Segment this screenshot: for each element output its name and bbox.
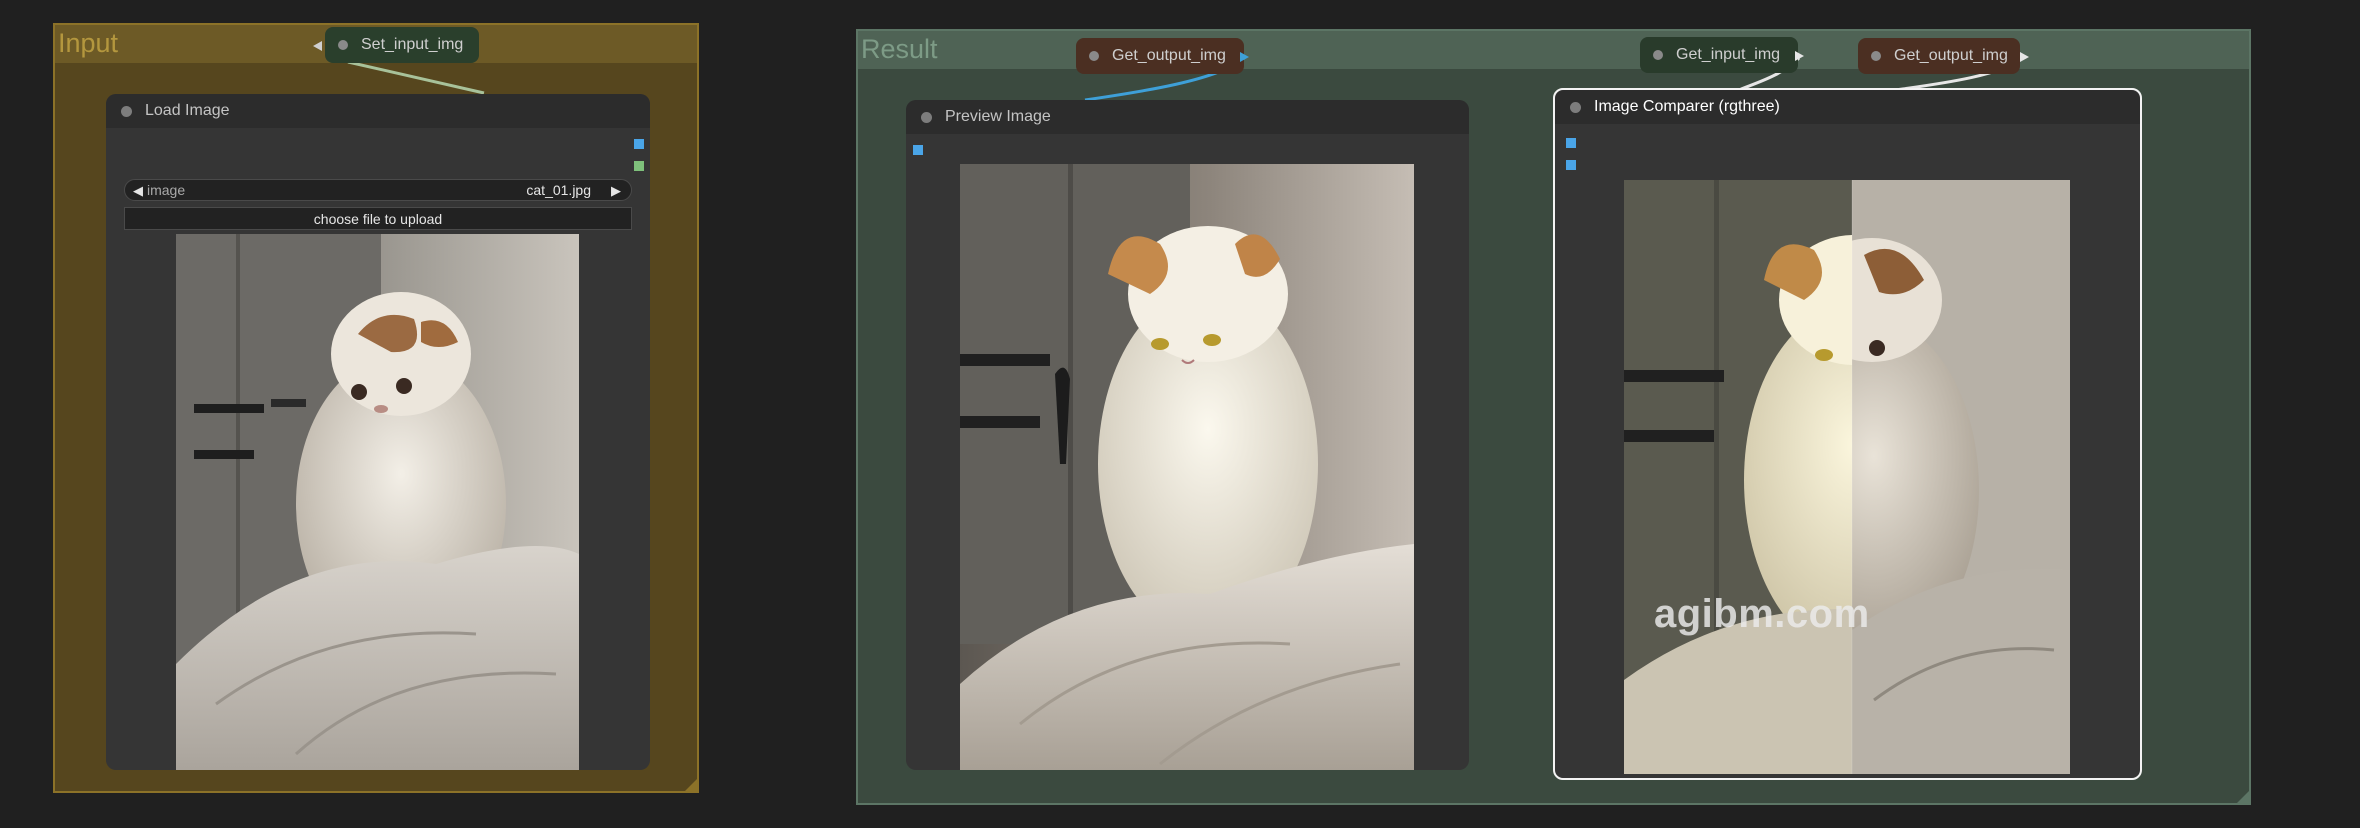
set-input-img-label: Set_input_img: [361, 36, 464, 53]
combo-prev-arrow-icon[interactable]: ◀: [133, 183, 143, 199]
output-anime-cat-image: [960, 164, 1414, 770]
input-cat-photo: [176, 234, 579, 770]
set-input-img-node[interactable]: Set_input_img: [325, 27, 479, 63]
node-status-dot: [1089, 51, 1099, 61]
node-collapse-dot[interactable]: [921, 111, 932, 123]
comparison-canvas: [1624, 180, 2070, 774]
node-status-dot: [1653, 50, 1663, 60]
combo-value: cat_01.jpg: [526, 182, 591, 198]
get-output-img-label-2: Get_output_img: [1894, 47, 2008, 64]
get-output-img-node-1[interactable]: Get_output_img: [1076, 38, 1244, 74]
node-collapse-dot[interactable]: [1570, 101, 1581, 113]
combo-next-arrow-icon[interactable]: ▶: [611, 183, 621, 199]
image-comparer-header[interactable]: Image Comparer (rgthree): [1555, 90, 2140, 124]
link-set-input: [347, 60, 485, 95]
node-status-dot: [1871, 51, 1881, 61]
get-output-img-node-2[interactable]: Get_output_img: [1858, 38, 2020, 74]
get-input-img-node[interactable]: Get_input_img: [1640, 37, 1798, 73]
node-status-dot: [338, 40, 348, 50]
load-image-title: Load Image: [145, 102, 230, 119]
preview-image-title: Preview Image: [945, 108, 1051, 125]
get-input-img-label: Get_input_img: [1676, 46, 1781, 63]
image-select-combo[interactable]: ◀ image cat_01.jpg ▶: [124, 179, 632, 201]
image-output-port[interactable]: [634, 139, 644, 149]
load-image-header[interactable]: Load Image: [106, 94, 650, 128]
output-slot-icon[interactable]: [1240, 52, 1249, 62]
image-a-input-port[interactable]: [1566, 138, 1576, 148]
combo-label: image: [147, 182, 186, 198]
preview-image-header[interactable]: Preview Image: [906, 100, 1469, 134]
watermark-text: agibm.com: [1654, 592, 1870, 636]
mask-output-port[interactable]: [634, 161, 644, 171]
choose-file-button[interactable]: choose file to upload: [124, 207, 632, 230]
input-slot-icon[interactable]: [313, 41, 322, 51]
output-slot-icon[interactable]: [2020, 52, 2029, 62]
node-collapse-dot[interactable]: [121, 105, 132, 117]
image-b-input-port[interactable]: [1566, 160, 1576, 170]
images-input-port[interactable]: [913, 145, 923, 155]
output-slot-icon[interactable]: [1795, 51, 1804, 61]
get-output-img-label-1: Get_output_img: [1112, 47, 1226, 64]
comparison-image[interactable]: agibm.com: [1624, 180, 2070, 774]
image-comparer-title: Image Comparer (rgthree): [1594, 98, 1780, 115]
